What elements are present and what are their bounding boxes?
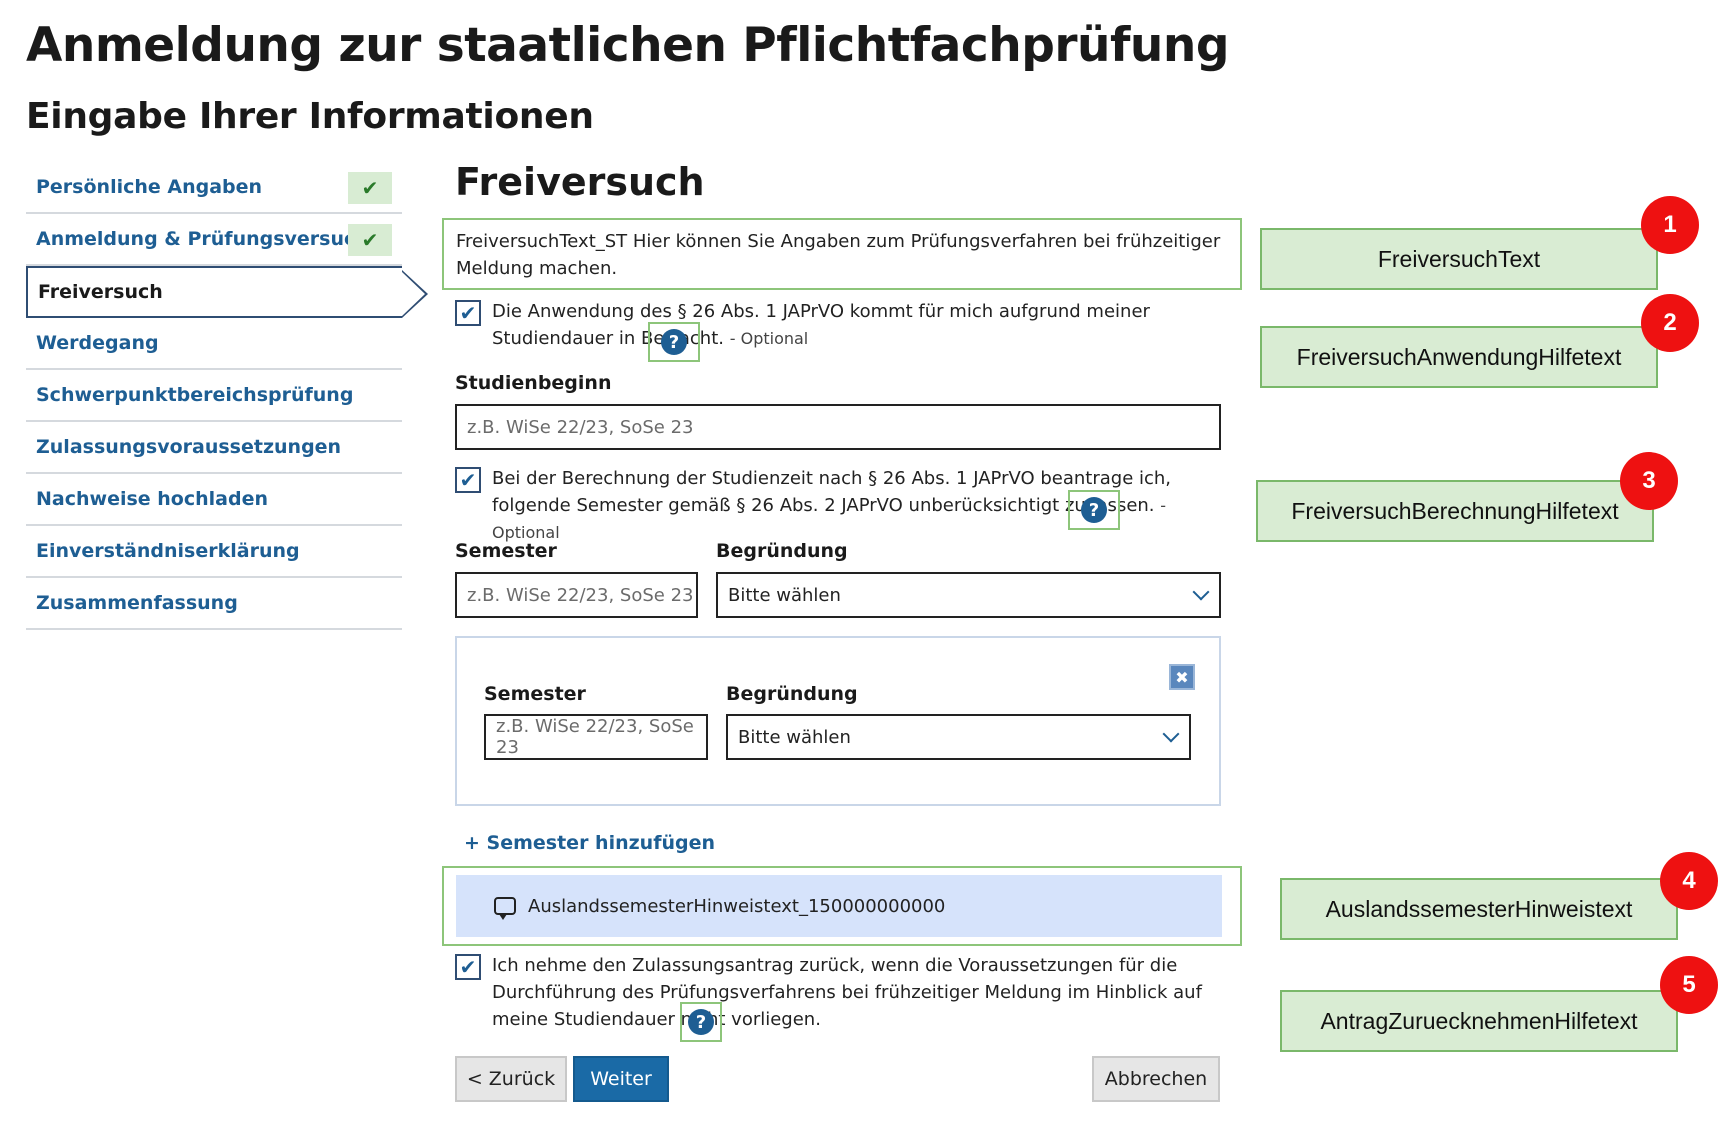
annotation-badge: 5 xyxy=(1660,956,1718,1014)
sidebar-item-label: Werdegang xyxy=(36,332,159,354)
sidebar-item-label: Einverständniserklärung xyxy=(36,540,300,562)
sidebar-item-einverstaendniserklaerung[interactable]: Einverständniserklärung xyxy=(26,526,402,578)
next-button[interactable]: Weiter xyxy=(573,1056,669,1102)
sidebar-item-label: Zusammenfassung xyxy=(36,592,238,614)
remove-semester-button[interactable]: ✖ xyxy=(1169,664,1195,690)
semester-input[interactable]: z.B. WiSe 22/23, SoSe 23 xyxy=(455,572,698,618)
sidebar-item-anmeldung-pruefungsversuche[interactable]: Anmeldung & Prüfungsversuche ✔ xyxy=(26,214,402,266)
sidebar-item-label: Freiversuch xyxy=(38,281,163,303)
anwendung-checkbox[interactable]: ✔ xyxy=(455,300,481,326)
optional-label: - Optional xyxy=(729,329,809,348)
annotation-label: FreiversuchBerechnungHilfetext xyxy=(1256,480,1654,542)
cancel-button[interactable]: Abbrechen xyxy=(1092,1056,1220,1102)
zuruecknehmen-help-button[interactable]: ? xyxy=(680,1002,722,1042)
check-icon: ✔ xyxy=(348,172,392,204)
sidebar-item-label: Nachweise hochladen xyxy=(36,488,268,510)
studienbeginn-label: Studienbeginn xyxy=(455,372,612,394)
sidebar-item-freiversuch[interactable]: Freiversuch xyxy=(26,266,428,318)
annotation-badge: 3 xyxy=(1620,452,1678,510)
help-icon: ? xyxy=(1081,497,1107,523)
freiversuch-intro-text: FreiversuchText_ST Hier können Sie Angab… xyxy=(442,218,1242,290)
section-title: Freiversuch xyxy=(455,160,705,204)
sidebar-item-zusammenfassung[interactable]: Zusammenfassung xyxy=(26,578,402,630)
sidebar-item-label: Persönliche Angaben xyxy=(36,176,263,198)
annotation-label: FreiversuchText xyxy=(1260,228,1658,290)
anwendung-help-button[interactable]: ? xyxy=(648,322,700,362)
annotation-badge: 1 xyxy=(1641,196,1699,254)
back-button[interactable]: < Zurück xyxy=(455,1056,567,1102)
page-subtitle: Eingabe Ihrer Informationen xyxy=(26,96,594,137)
help-icon: ? xyxy=(661,329,687,355)
annotation-label: AuslandssemesterHinweistext xyxy=(1280,878,1678,940)
sidebar-item-nachweise-hochladen[interactable]: Nachweise hochladen xyxy=(26,474,402,526)
begruendung-label: Begründung xyxy=(716,540,848,562)
zuruecknehmen-checkbox-label: Ich nehme den Zulassungsantrag zurück, w… xyxy=(492,955,1202,1030)
sidebar-item-zulassungsvoraussetzungen[interactable]: Zulassungsvoraussetzungen xyxy=(26,422,402,474)
annotation-label: FreiversuchAnwendungHilfetext xyxy=(1260,326,1658,388)
sidebar-item-label: Zulassungsvoraussetzungen xyxy=(36,436,342,458)
sidebar-item-werdegang[interactable]: Werdegang xyxy=(26,318,402,370)
berechnung-checkbox[interactable]: ✔ xyxy=(455,467,481,493)
page-title: Anmeldung zur staatlichen Pflichtfachprü… xyxy=(26,18,1229,73)
auslandssemester-hint-frame: AuslandssemesterHinweistext_150000000000 xyxy=(442,866,1242,946)
studienbeginn-input[interactable]: z.B. WiSe 22/23, SoSe 23 xyxy=(455,404,1221,450)
anwendung-checkbox-label: Die Anwendung des § 26 Abs. 1 JAPrVO kom… xyxy=(492,301,1150,349)
annotation-badge: 4 xyxy=(1660,852,1718,910)
semester-label: Semester xyxy=(484,683,586,705)
comment-icon xyxy=(494,897,516,920)
sidebar-nav: Persönliche Angaben ✔ Anmeldung & Prüfun… xyxy=(26,162,428,630)
help-icon: ? xyxy=(688,1009,714,1035)
begruendung-select[interactable]: Bitte wählen xyxy=(716,572,1221,618)
auslandssemester-hint: AuslandssemesterHinweistext_150000000000 xyxy=(456,875,1222,937)
annotation-badge: 2 xyxy=(1641,294,1699,352)
zuruecknehmen-checkbox[interactable]: ✔ xyxy=(455,954,481,980)
sidebar-item-label: Anmeldung & Prüfungsversuche xyxy=(36,228,382,250)
chevron-down-icon xyxy=(1162,725,1180,743)
sidebar-item-label: Schwerpunktbereichsprüfung xyxy=(36,384,354,406)
annotation-label: AntragZuruecknehmenHilfetext xyxy=(1280,990,1678,1052)
begruendung-select[interactable]: Bitte wählen xyxy=(726,714,1191,760)
check-icon: ✔ xyxy=(348,224,392,256)
add-semester-link[interactable]: + Semester hinzufügen xyxy=(464,832,715,854)
semester-label: Semester xyxy=(455,540,557,562)
berechnung-help-button[interactable]: ? xyxy=(1068,490,1120,530)
sidebar-item-schwerpunktbereichspruefung[interactable]: Schwerpunktbereichsprüfung xyxy=(26,370,402,422)
chevron-down-icon xyxy=(1192,583,1210,601)
semester-input[interactable]: z.B. WiSe 22/23, SoSe 23 xyxy=(484,714,708,760)
sidebar-item-persoenliche-angaben[interactable]: Persönliche Angaben ✔ xyxy=(26,162,402,214)
begruendung-label: Begründung xyxy=(726,683,858,705)
